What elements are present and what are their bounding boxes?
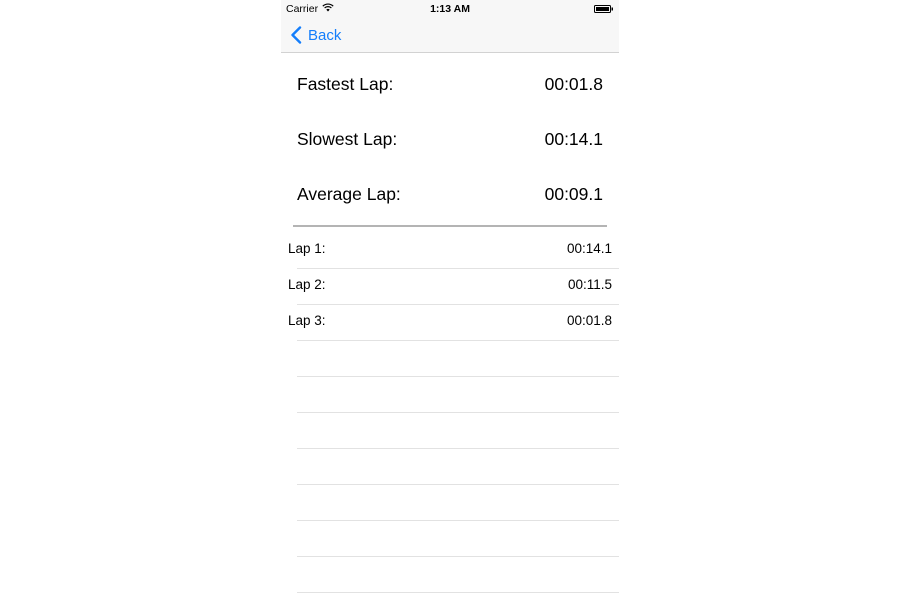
fastest-lap-value: 00:01.8 — [544, 73, 603, 94]
lap-row[interactable]: Lap 2: 00:11.5 — [281, 269, 619, 305]
row-separator — [297, 340, 619, 341]
status-bar: Carrier 1:13 AM — [281, 0, 619, 18]
lap-label: Lap 1: — [288, 241, 326, 256]
phone-screen: Carrier 1:13 AM Back Fastest Lap: 00:01.… — [281, 0, 619, 600]
stats-divider — [293, 225, 607, 227]
average-lap-value: 00:09.1 — [544, 183, 603, 204]
average-lap-label: Average Lap: — [297, 183, 401, 204]
empty-row-separator — [297, 412, 619, 413]
slowest-lap-value: 00:14.1 — [544, 128, 603, 149]
lap-time: 00:01.8 — [566, 313, 612, 328]
back-button[interactable]: Back — [290, 24, 341, 46]
lap-row[interactable]: Lap 1: 00:14.1 — [281, 233, 619, 269]
status-time: 1:13 AM — [430, 3, 470, 15]
empty-row-separator — [297, 556, 619, 557]
empty-row-separator — [297, 376, 619, 377]
fastest-lap-row: Fastest Lap: 00:01.8 — [297, 69, 603, 99]
slowest-lap-label: Slowest Lap: — [297, 128, 398, 149]
lap-label: Lap 3: — [288, 313, 326, 328]
lap-time: 00:11.5 — [567, 277, 612, 292]
empty-row-separator — [297, 484, 619, 485]
back-button-label: Back — [308, 26, 342, 44]
lap-row[interactable]: Lap 3: 00:01.8 — [281, 305, 619, 341]
navigation-bar: Back — [281, 18, 619, 53]
empty-row-separator — [297, 448, 619, 449]
lap-label: Lap 2: — [288, 277, 326, 292]
empty-row-separator — [297, 592, 619, 593]
average-lap-row: Average Lap: 00:09.1 — [297, 179, 603, 209]
lap-time: 00:14.1 — [566, 241, 612, 256]
battery-icon — [594, 5, 613, 13]
fastest-lap-label: Fastest Lap: — [297, 73, 394, 94]
chevron-left-icon — [291, 26, 302, 44]
empty-row-separator — [297, 520, 619, 521]
slowest-lap-row: Slowest Lap: 00:14.1 — [297, 124, 603, 154]
